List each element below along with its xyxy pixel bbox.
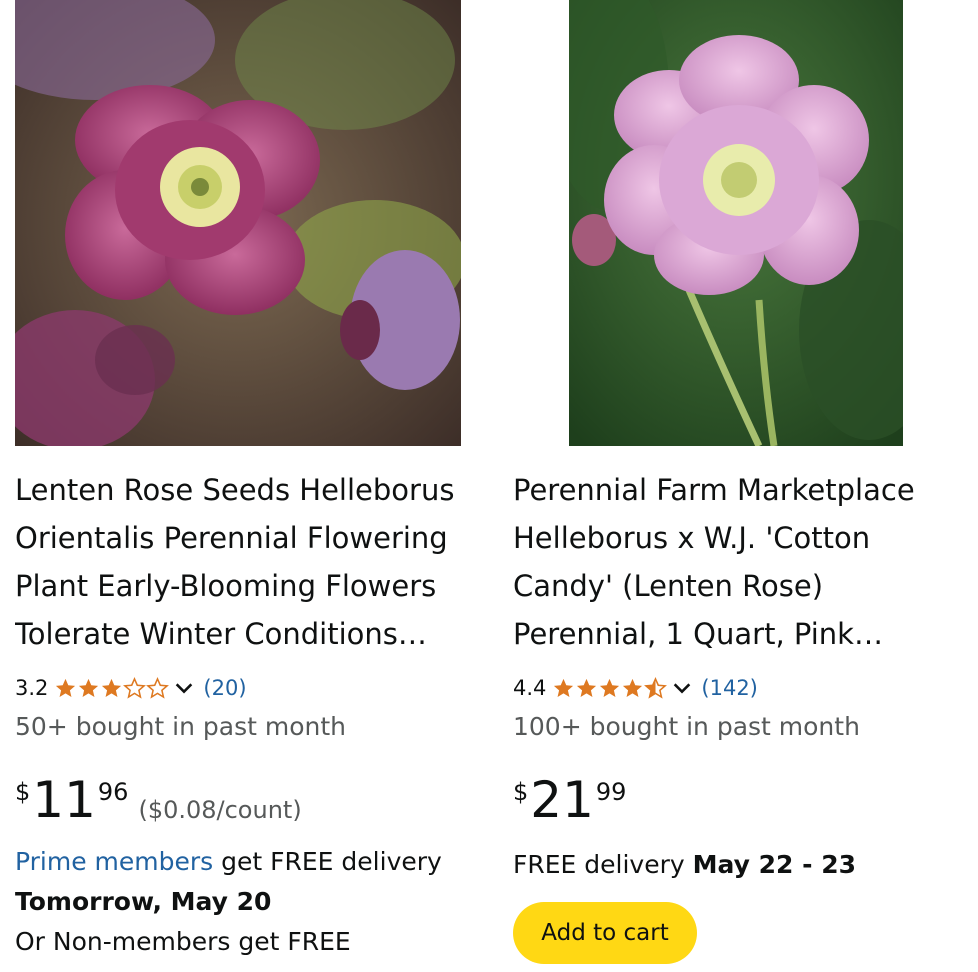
price[interactable]: $ 11 96 ($0.08/count) [15, 772, 302, 828]
delivery-text: FREE delivery [513, 850, 693, 879]
rating-row[interactable]: 3.2 (20) [15, 672, 247, 704]
delivery-text: get FREE delivery [213, 847, 442, 876]
bought-count: 100+ bought in past month [513, 712, 860, 741]
unit-price: ($0.08/count) [138, 796, 302, 824]
star-icon [644, 676, 668, 699]
price-whole: 21 [530, 771, 594, 829]
product-image-1[interactable] [15, 0, 461, 446]
chevron-down-icon[interactable] [671, 677, 693, 699]
review-count-link[interactable]: (20) [203, 676, 246, 700]
delivery-info: FREE delivery May 22 - 23 [513, 845, 968, 885]
prime-members-link[interactable]: Prime members [15, 847, 213, 876]
delivery-date: Tomorrow, May 20 [15, 887, 272, 916]
star-icon [123, 676, 147, 699]
product-card-1[interactable]: Lenten Rose Seeds Helleborus Orientalis … [0, 0, 470, 972]
star-icon [102, 678, 122, 697]
star-icon [56, 678, 76, 697]
price-symbol: $ [513, 778, 529, 806]
flower-photo-pink [569, 0, 903, 446]
review-count-link[interactable]: (142) [701, 676, 757, 700]
star-icon [623, 678, 643, 697]
product-title[interactable]: Perennial Farm Marketplace Helleborus x … [513, 466, 968, 658]
add-to-cart-button[interactable]: Add to cart [513, 902, 697, 964]
chevron-down-icon[interactable] [173, 677, 195, 699]
star-icon [577, 678, 597, 697]
delivery-date: May 22 - 23 [692, 850, 856, 879]
product-card-2[interactable]: Perennial Farm Marketplace Helleborus x … [498, 0, 968, 972]
rating-value: 4.4 [513, 676, 547, 700]
product-title[interactable]: Lenten Rose Seeds Helleborus Orientalis … [15, 466, 470, 658]
star-rating[interactable] [54, 676, 170, 700]
flower-photo-magenta [15, 0, 461, 446]
star-icon [554, 678, 574, 697]
rating-row[interactable]: 4.4 (142) [513, 672, 758, 704]
star-icon [146, 676, 170, 699]
star-icon [600, 678, 620, 697]
price[interactable]: $ 21 99 [513, 772, 626, 828]
star-rating[interactable] [552, 676, 668, 700]
price-whole: 11 [32, 771, 96, 829]
price-fraction: 99 [595, 778, 627, 806]
product-image-2[interactable] [569, 0, 903, 446]
rating-value: 3.2 [15, 676, 49, 700]
price-fraction: 96 [97, 778, 129, 806]
star-icon [79, 678, 99, 697]
delivery-extra: Or Non-members get FREE [15, 927, 351, 956]
bought-count: 50+ bought in past month [15, 712, 347, 741]
price-symbol: $ [15, 778, 31, 806]
delivery-info: Prime members get FREE delivery Tomorrow… [15, 842, 470, 962]
